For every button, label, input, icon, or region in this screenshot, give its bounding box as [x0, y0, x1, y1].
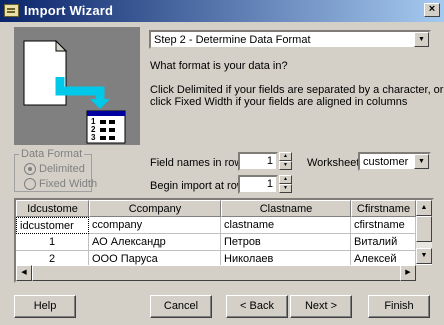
title-bar[interactable]: Import Wizard ×	[0, 0, 444, 22]
format-illustration: 1 2 3	[14, 27, 140, 145]
scroll-thumb[interactable]	[416, 216, 432, 242]
worksheet-select[interactable]: customer ▼	[358, 152, 431, 171]
scroll-corner	[416, 265, 432, 281]
field-names-row-input[interactable]: 1	[238, 152, 278, 171]
begin-import-row-label: Begin import at row:	[150, 180, 248, 192]
cancel-button[interactable]: Cancel	[150, 295, 212, 318]
help-text-line-1: Click Delimited if your fields are separ…	[150, 84, 444, 96]
delimited-label: Delimited	[39, 163, 85, 175]
spin-up-icon[interactable]: ▲	[279, 152, 292, 161]
step-select-value: Step 2 - Determine Data Format	[154, 34, 311, 46]
radio-selected-icon	[24, 163, 36, 176]
grid-cell[interactable]: idcustomer	[16, 217, 89, 234]
scroll-left-icon[interactable]: ◀	[16, 265, 32, 281]
scroll-up-icon[interactable]: ▲	[416, 200, 432, 216]
spin-up-icon[interactable]: ▲	[279, 175, 292, 184]
delimited-radio[interactable]: Delimited	[24, 163, 85, 176]
close-button[interactable]: ×	[424, 3, 440, 17]
data-format-legend: Data Format	[21, 148, 83, 160]
worksheet-select-value: customer	[363, 156, 409, 168]
scroll-down-icon[interactable]: ▼	[416, 248, 432, 264]
window-title: Import Wizard	[24, 3, 114, 18]
file-to-table-icon: 1 2 3	[23, 39, 126, 144]
next-button[interactable]: Next >	[290, 295, 352, 318]
fixed-width-label: Fixed Width	[39, 178, 98, 190]
begin-import-row-spinner[interactable]: ▲ ▼	[279, 175, 292, 194]
grid-cell[interactable]: Петров	[221, 234, 351, 251]
format-question: What format is your data in?	[150, 60, 288, 72]
import-wizard-window: Import Wizard × 1 2 3 Step 2 - Determine…	[0, 0, 444, 325]
wizard-icon	[4, 4, 19, 17]
spin-down-icon[interactable]: ▼	[279, 184, 292, 193]
worksheet-label: Worksheet:	[307, 157, 363, 169]
chevron-down-icon[interactable]: ▼	[414, 154, 429, 169]
scroll-right-icon[interactable]: ▶	[400, 265, 416, 281]
grid-cell[interactable]: ccompany	[89, 217, 221, 234]
preview-grid[interactable]: Idcustome Ccompany Clastname Cfirstname …	[14, 198, 434, 283]
spin-down-icon[interactable]: ▼	[279, 161, 292, 170]
back-button[interactable]: < Back	[226, 295, 288, 318]
vertical-scrollbar[interactable]: ▲ ▼	[416, 200, 432, 264]
help-button[interactable]: Help	[14, 295, 76, 318]
grid-cell[interactable]: cfirstname	[351, 217, 416, 234]
svg-text:3: 3	[91, 133, 96, 142]
grid-header-cell[interactable]: Cfirstname	[351, 200, 416, 217]
grid-cell[interactable]: Виталий	[351, 234, 416, 251]
radio-empty-icon	[24, 178, 36, 191]
finish-button[interactable]: Finish	[368, 295, 430, 318]
grid-cell[interactable]: clastname	[221, 217, 351, 234]
scroll-thumb[interactable]	[32, 265, 408, 281]
grid-header-cell[interactable]: Idcustome	[16, 200, 89, 217]
grid-header-cell[interactable]: Ccompany	[89, 200, 221, 217]
grid-cell[interactable]: АО Александр	[89, 234, 221, 251]
field-names-row-label: Field names in row:	[150, 157, 246, 169]
begin-import-row-input[interactable]: 1	[238, 175, 278, 194]
grid-cell[interactable]: 1	[16, 234, 89, 251]
fixed-width-radio[interactable]: Fixed Width	[24, 178, 98, 191]
horizontal-scrollbar[interactable]: ◀ ▶	[16, 265, 416, 281]
step-select[interactable]: Step 2 - Determine Data Format ▼	[149, 30, 431, 49]
help-text-line-2: click Fixed Width if your fields are ali…	[150, 96, 408, 108]
chevron-down-icon[interactable]: ▼	[414, 32, 429, 47]
field-names-row-spinner[interactable]: ▲ ▼	[279, 152, 292, 171]
grid-header-cell[interactable]: Clastname	[221, 200, 351, 217]
